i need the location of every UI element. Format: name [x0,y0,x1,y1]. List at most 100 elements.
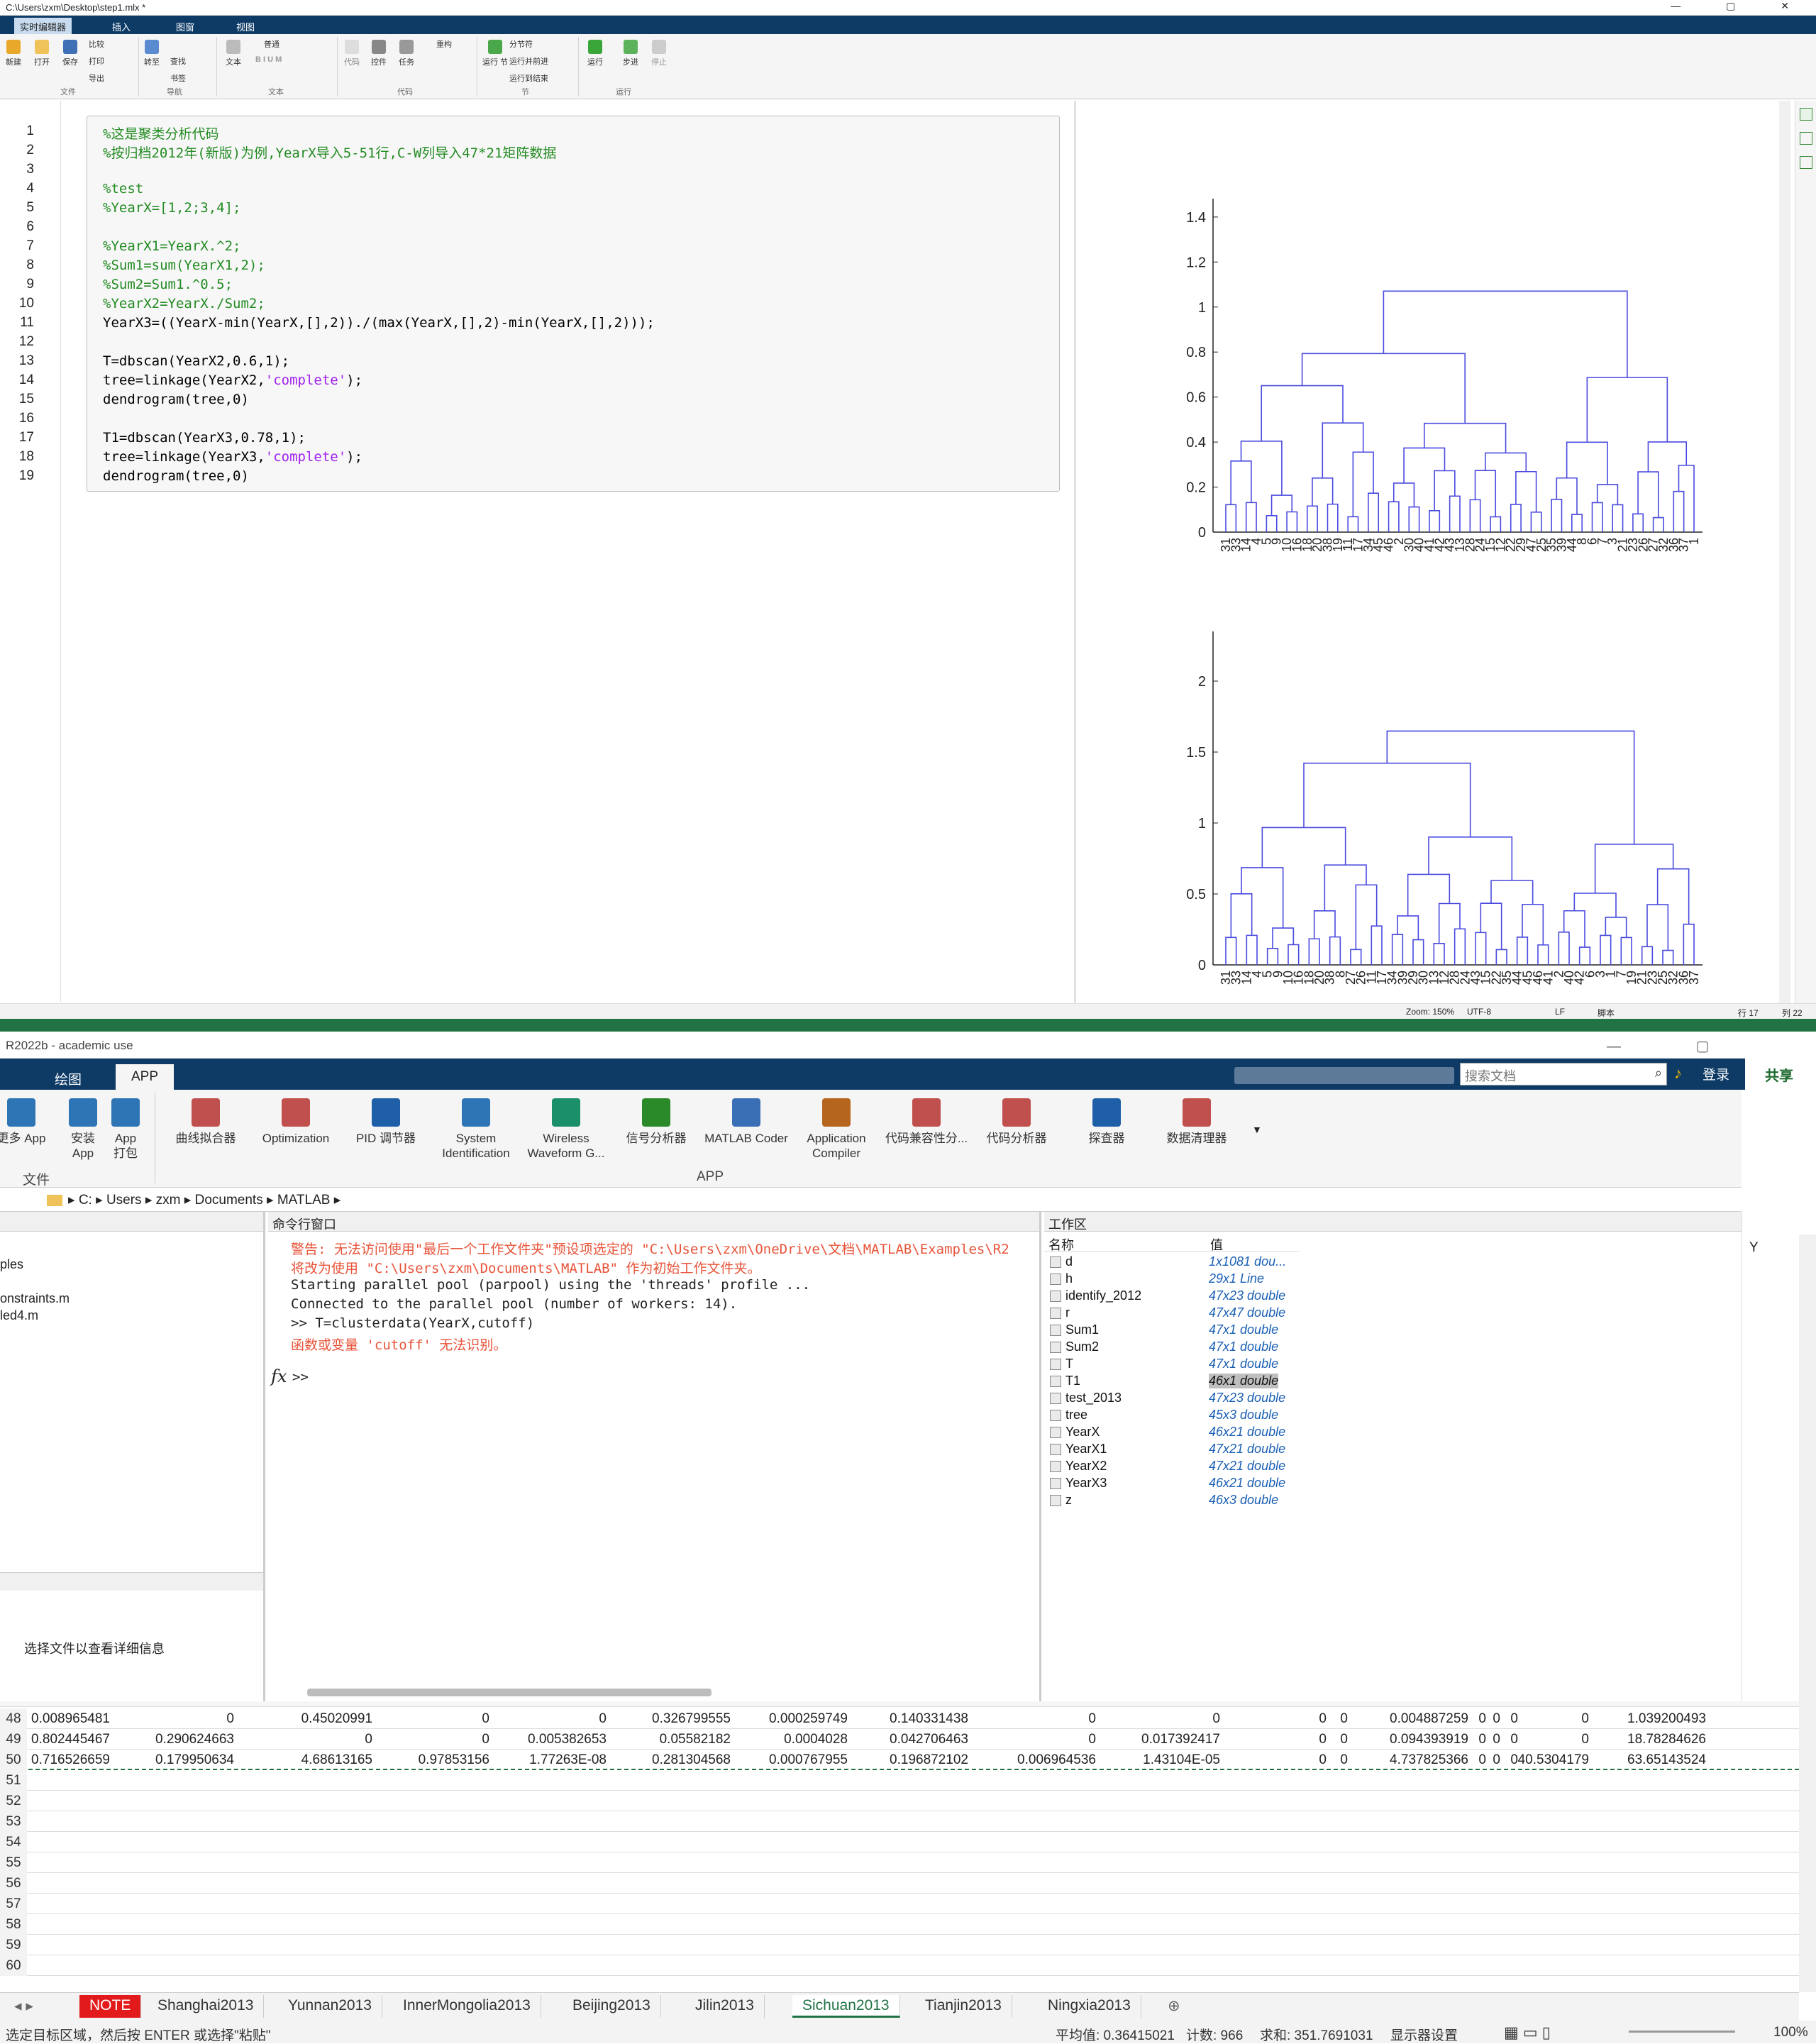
workspace-variable[interactable]: YearX1 47x21 double [1044,1442,1328,1459]
row-number[interactable]: 56 [0,1873,27,1894]
zoom-slider[interactable] [1629,2031,1735,2033]
table-cell[interactable]: 0.290624663 [106,1732,234,1747]
table-row[interactable]: 49 0.802445467 0.290624663 0 0 0.005382653 0.0… [0,1729,1799,1750]
table-row[interactable]: 58 [0,1914,1799,1935]
table-cell[interactable]: 0.008965481 [0,1711,110,1727]
wireless-app-button[interactable]: Wireless Waveform G... [524,1098,609,1161]
command-hscroll[interactable] [307,1689,712,1696]
output-inline-icon[interactable] [1800,132,1812,145]
code-line[interactable]: %test [103,181,143,197]
doc-search-input[interactable]: 搜索文档 ⌕ [1460,1063,1667,1085]
table-cell[interactable]: 0.042706463 [841,1732,968,1747]
table-row[interactable]: 55 [0,1852,1799,1873]
format-bold-italic-icon[interactable]: B I U M [255,55,282,64]
curve-fitter-app-button[interactable]: 曲线拟合器 [163,1098,248,1146]
table-cell[interactable]: 0 [362,1732,489,1747]
file-item[interactable]: led4.m [0,1308,38,1323]
workspace-variable[interactable]: tree 45x3 double [1044,1408,1328,1425]
command-window-panel[interactable]: 命令行窗口 警告: 无法访问使用"最后一个工作文件夹"预设项选定的 "C:\Us… [268,1212,1041,1701]
table-cell[interactable]: 0 [1220,1752,1348,1768]
table-cell[interactable]: 0.000767955 [720,1752,848,1768]
sheet-tab[interactable]: Ningxia2013 [1038,1995,1141,2018]
table-cell[interactable]: 0.006964536 [968,1752,1096,1768]
sheet-tab[interactable]: Yunnan2013 [278,1995,382,2018]
code-line[interactable]: tree=linkage(YearX3,'complete'); [103,449,362,465]
split-divider[interactable] [1074,101,1076,1003]
sheet-nav-arrows[interactable]: ◂ ▸ [14,1997,33,2015]
table-cell[interactable]: 0.140331438 [841,1711,968,1727]
task-button[interactable]: 任务 [399,40,414,67]
table-cell[interactable]: 0.716526659 [0,1752,110,1768]
signal-analyzer-app-button[interactable]: 信号分析器 [614,1098,699,1146]
sheet-tab[interactable]: Shanghai2013 [148,1995,265,2018]
table-cell[interactable]: 0 [362,1711,489,1727]
tab-live-editor[interactable]: 实时编辑器 [14,18,72,34]
code-button[interactable]: 代码 [344,40,360,67]
sheet-tab[interactable]: NOTE [79,1995,142,2018]
table-cell[interactable]: 0.000259749 [720,1711,848,1727]
table-cell[interactable]: 0.196872102 [841,1752,968,1768]
table-cell[interactable]: 0 [968,1711,1096,1727]
table-row[interactable]: 54 [0,1832,1799,1852]
command-prompt[interactable]: >> [292,1369,309,1385]
code-line[interactable]: T1=dbscan(YearX3,0.78,1); [103,430,306,446]
export-button[interactable]: 导出 [89,72,104,84]
file-item[interactable]: onstraints.m [0,1291,70,1306]
table-row[interactable]: 60 [0,1955,1799,1976]
notification-bell-icon[interactable]: ♪ [1674,1064,1682,1083]
tab-view[interactable]: 视图 [231,18,260,34]
row-number[interactable]: 59 [0,1935,27,1955]
table-row[interactable]: 50 0.716526659 0.179950634 4.68613165 0.9785… [0,1750,1799,1770]
workspace-variable[interactable]: h 29x1 Line [1044,1271,1328,1288]
workspace-variable[interactable]: Sum1 47x1 double [1044,1322,1328,1339]
fx-icon[interactable]: fx [271,1366,287,1386]
table-cell[interactable]: 0.179950634 [106,1752,234,1768]
table-row[interactable]: 51 [0,1770,1799,1791]
workspace-variable[interactable]: YearX3 46x21 double [1044,1476,1328,1493]
code-line[interactable]: YearX3=((YearX-min(YearX,[],2))./(max(Ye… [103,315,655,331]
gallery-expand-icon[interactable]: ▼ [1252,1124,1262,1135]
table-cell[interactable]: 0.45020991 [245,1711,372,1727]
file-item[interactable]: ples [0,1257,23,1272]
code-line[interactable]: %YearX2=YearX./Sum2; [103,296,265,311]
share-button[interactable]: 共享 [1759,1061,1799,1088]
row-number[interactable]: 51 [0,1770,27,1791]
table-cell[interactable]: 0 [106,1711,234,1727]
excel-close-icon[interactable]: ✕ [1788,1029,1802,1049]
code-line[interactable]: dendrogram(tree,0) [103,392,249,407]
run-section-button[interactable]: 运行 节 [482,40,508,67]
table-cell[interactable]: 0 [245,1732,372,1747]
output-right-icon[interactable] [1800,108,1812,121]
goto-button[interactable]: 转至 [144,40,160,67]
breadcrumb-zxm[interactable]: zxm [156,1193,181,1208]
code-line[interactable]: %按归档2012年(新版)为例,YearX导入5-51行,C-W列导入47*21… [103,143,556,162]
table-cell[interactable]: 1.039200493 [1578,1711,1706,1727]
code-line[interactable]: T=dbscan(YearX2,0.6,1); [103,353,289,369]
sheet-tab[interactable]: Beijing2013 [563,1995,661,2018]
output-scrollbar[interactable] [1779,101,1790,1003]
tab-app[interactable]: APP [116,1064,175,1090]
pid-tuner-app-button[interactable]: PID 调节器 [343,1098,428,1146]
optimization-app-button[interactable]: Optimization [253,1098,338,1146]
step-button[interactable]: 步进 [623,40,638,67]
tab-plots[interactable]: 绘图 [39,1064,97,1090]
package-app-button[interactable]: App 打包 [101,1098,150,1161]
workspace-variable[interactable]: test_2013 47x23 double [1044,1391,1328,1408]
code-line[interactable]: %Sum1=sum(YearX1,2); [103,258,265,273]
workspace-variable[interactable]: r 47x47 double [1044,1305,1328,1322]
breadcrumb-matlab[interactable]: MATLAB [277,1193,331,1208]
table-row[interactable]: 48 0.008965481 0 0.45020991 0 0 0.326799555 0.0… [0,1708,1799,1729]
table-cell[interactable]: 0 [1461,1732,1589,1747]
table-row[interactable]: 59 [0,1935,1799,1955]
display-settings-button[interactable]: 显示器设置 [1390,2025,1458,2044]
workspace-variable[interactable]: YearX 46x21 double [1044,1425,1328,1442]
code-line[interactable]: tree=linkage(YearX2,'complete'); [103,372,362,388]
bookmark-button[interactable]: 书签 [170,72,186,84]
run-to-end-button[interactable]: 运行到结束 [509,72,548,84]
hide-code-icon[interactable] [1800,156,1812,169]
workspace-variable[interactable]: d 1x1081 dou... [1044,1254,1328,1271]
table-cell[interactable]: 0 [1220,1711,1348,1727]
stop-button[interactable]: 停止 [651,40,667,67]
sheet-tab[interactable]: Sichuan2013 [792,1995,900,2018]
workspace-variable[interactable]: z 46x3 double [1044,1493,1328,1510]
